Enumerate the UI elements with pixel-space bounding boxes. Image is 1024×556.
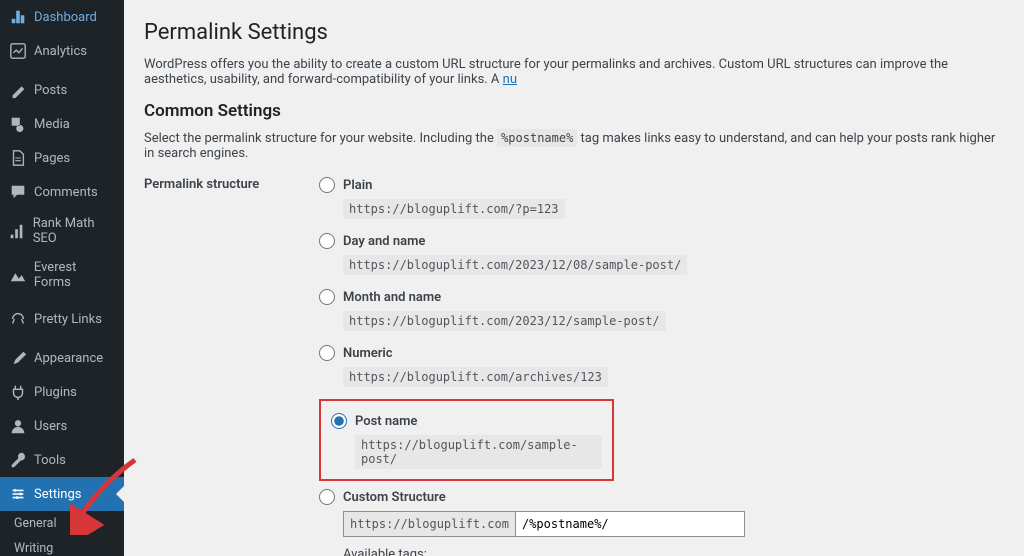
pages-icon xyxy=(8,148,28,168)
option-label[interactable]: Custom Structure xyxy=(343,490,446,505)
option-custom: Custom Structure https://bloguplift.com … xyxy=(319,489,1004,556)
option-numeric: Numeric https://bloguplift.com/archives/… xyxy=(319,345,1004,387)
common-settings-heading: Common Settings xyxy=(144,101,1004,121)
plugins-icon xyxy=(8,382,28,402)
sidebar-item-pages[interactable]: Pages xyxy=(0,141,124,175)
sidebar-label: Appearance xyxy=(34,351,103,366)
example-url: https://bloguplift.com/2023/12/08/sample… xyxy=(343,255,687,275)
comments-icon xyxy=(8,182,28,202)
sidebar-item-rankmath[interactable]: Rank Math SEO xyxy=(0,209,124,253)
sidebar-item-settings[interactable]: Settings xyxy=(0,477,124,511)
tools-icon xyxy=(8,450,28,470)
custom-structure-input[interactable] xyxy=(515,511,745,537)
example-url: https://bloguplift.com/archives/123 xyxy=(343,367,608,387)
sidebar-label: Users xyxy=(34,419,67,434)
sidebar-item-dashboard[interactable]: Dashboard xyxy=(0,0,124,34)
sidebar-item-posts[interactable]: Posts xyxy=(0,73,124,107)
main-content: Permalink Settings WordPress offers you … xyxy=(124,0,1024,556)
sidebar-item-analytics[interactable]: Analytics xyxy=(0,34,124,68)
media-icon xyxy=(8,114,28,134)
option-label[interactable]: Numeric xyxy=(343,346,393,361)
sidebar-sub-writing[interactable]: Writing xyxy=(0,536,124,556)
sidebar-sub-general[interactable]: General xyxy=(0,511,124,536)
sidebar-item-users[interactable]: Users xyxy=(0,409,124,443)
example-url: https://bloguplift.com/2023/12/sample-po… xyxy=(343,311,666,331)
option-day-name: Day and name https://bloguplift.com/2023… xyxy=(319,233,1004,275)
structure-label: Permalink structure xyxy=(144,177,319,192)
option-label[interactable]: Month and name xyxy=(343,290,441,305)
sidebar-label: Comments xyxy=(34,185,98,200)
option-plain: Plain https://bloguplift.com/?p=123 xyxy=(319,177,1004,219)
sidebar-label: Pretty Links xyxy=(34,312,102,327)
sidebar-item-comments[interactable]: Comments xyxy=(0,175,124,209)
custom-prefix: https://bloguplift.com xyxy=(343,511,515,537)
example-url: https://bloguplift.com/sample-post/ xyxy=(355,435,602,469)
option-label[interactable]: Day and name xyxy=(343,234,425,249)
admin-sidebar: Dashboard Analytics Posts Media Pages Co… xyxy=(0,0,124,556)
radio-month-name[interactable] xyxy=(319,289,335,305)
radio-post-name[interactable] xyxy=(331,413,347,429)
sidebar-label: Posts xyxy=(34,83,67,98)
users-icon xyxy=(8,416,28,436)
sidebar-label: Media xyxy=(34,117,70,132)
settings-icon xyxy=(8,484,28,504)
available-tags-label: Available tags: xyxy=(343,547,1004,556)
sidebar-label: Analytics xyxy=(34,44,87,59)
forms-icon xyxy=(8,265,28,285)
option-post-name: Post name https://bloguplift.com/sample-… xyxy=(319,399,614,481)
radio-day-name[interactable] xyxy=(319,233,335,249)
radio-plain[interactable] xyxy=(319,177,335,193)
option-month-name: Month and name https://bloguplift.com/20… xyxy=(319,289,1004,331)
radio-numeric[interactable] xyxy=(319,345,335,361)
dashboard-icon xyxy=(8,7,28,27)
sidebar-label: Plugins xyxy=(34,385,77,400)
sidebar-item-tools[interactable]: Tools xyxy=(0,443,124,477)
sidebar-label: Tools xyxy=(34,453,66,468)
sidebar-label: Pages xyxy=(34,151,70,166)
sidebar-item-appearance[interactable]: Appearance xyxy=(0,341,124,375)
sidebar-label: Settings xyxy=(34,487,81,502)
sidebar-item-media[interactable]: Media xyxy=(0,107,124,141)
sidebar-item-prettylinks[interactable]: Pretty Links xyxy=(0,302,124,336)
radio-custom[interactable] xyxy=(319,489,335,505)
option-label[interactable]: Post name xyxy=(355,414,417,429)
page-title: Permalink Settings xyxy=(144,20,1004,45)
prettylinks-icon xyxy=(8,309,28,329)
rankmath-icon xyxy=(8,221,27,241)
posts-icon xyxy=(8,80,28,100)
custom-structure-row: https://bloguplift.com xyxy=(343,511,1004,537)
intro-text: WordPress offers you the ability to crea… xyxy=(144,57,1004,87)
sidebar-item-plugins[interactable]: Plugins xyxy=(0,375,124,409)
common-help: Select the permalink structure for your … xyxy=(144,131,1004,161)
intro-link[interactable]: nu xyxy=(503,72,517,87)
example-url: https://bloguplift.com/?p=123 xyxy=(343,199,565,219)
structure-options: Plain https://bloguplift.com/?p=123 Day … xyxy=(319,177,1004,556)
postname-code: %postname% xyxy=(497,129,577,147)
sidebar-item-everest[interactable]: Everest Forms xyxy=(0,253,124,297)
sidebar-label: Rank Math SEO xyxy=(33,216,116,246)
sidebar-label: Everest Forms xyxy=(34,260,116,290)
option-label[interactable]: Plain xyxy=(343,178,372,193)
permalink-structure-row: Permalink structure Plain https://blogup… xyxy=(144,177,1004,556)
analytics-icon xyxy=(8,41,28,61)
sidebar-label: Dashboard xyxy=(34,10,97,25)
appearance-icon xyxy=(8,348,28,368)
